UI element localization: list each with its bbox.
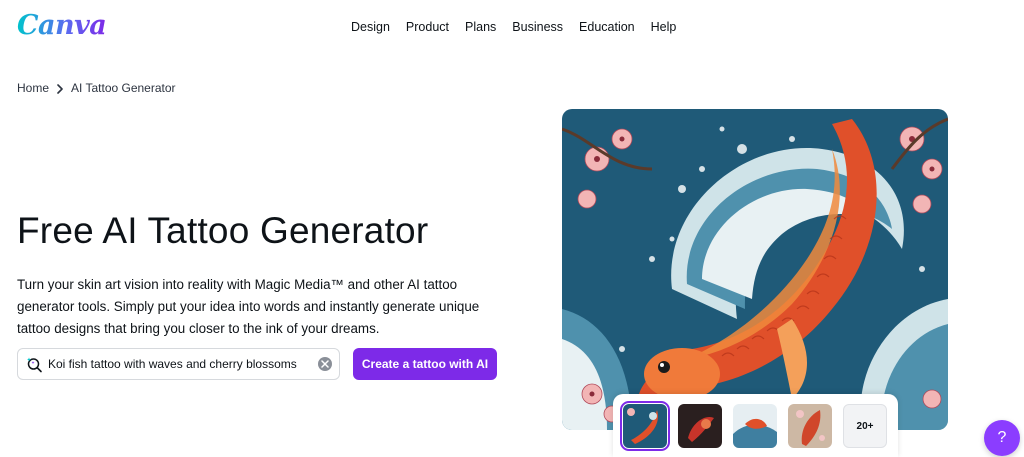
canva-logo[interactable]: Canva: [17, 10, 107, 41]
thumbnail-3[interactable]: [733, 404, 777, 448]
nav-item-design[interactable]: Design: [343, 20, 398, 34]
site-header: Canva Design Product Plans Business Educ…: [0, 0, 1024, 56]
main-nav: Design Product Plans Business Education …: [343, 20, 684, 34]
thumbnail-1[interactable]: [620, 401, 670, 451]
breadcrumb-current: AI Tattoo Generator: [71, 80, 176, 95]
prompt-search-box[interactable]: [17, 348, 340, 380]
prompt-input[interactable]: [48, 349, 310, 379]
nav-item-education[interactable]: Education: [571, 20, 643, 34]
breadcrumb-home-link[interactable]: Home: [17, 81, 49, 95]
breadcrumb: Home AI Tattoo Generator: [17, 80, 176, 95]
thumbnail-4[interactable]: [788, 404, 832, 448]
page-title: Free AI Tattoo Generator: [17, 210, 429, 251]
nav-item-plans[interactable]: Plans: [457, 20, 504, 34]
nav-item-help[interactable]: Help: [643, 20, 685, 34]
nav-item-business[interactable]: Business: [504, 20, 571, 34]
magic-search-icon: [26, 356, 43, 373]
create-tattoo-button[interactable]: Create a tattoo with AI: [353, 348, 497, 380]
hero-description: Turn your skin art vision into reality w…: [17, 277, 480, 336]
help-button[interactable]: ?: [984, 420, 1020, 456]
more-results-button[interactable]: 20+: [843, 404, 887, 448]
result-thumbnails: 20+: [613, 394, 898, 457]
clear-icon[interactable]: [318, 357, 332, 371]
nav-item-product[interactable]: Product: [398, 20, 457, 34]
chevron-right-icon: [49, 80, 71, 95]
thumbnail-2[interactable]: [678, 404, 722, 448]
koi-tattoo-artwork: [562, 109, 948, 430]
